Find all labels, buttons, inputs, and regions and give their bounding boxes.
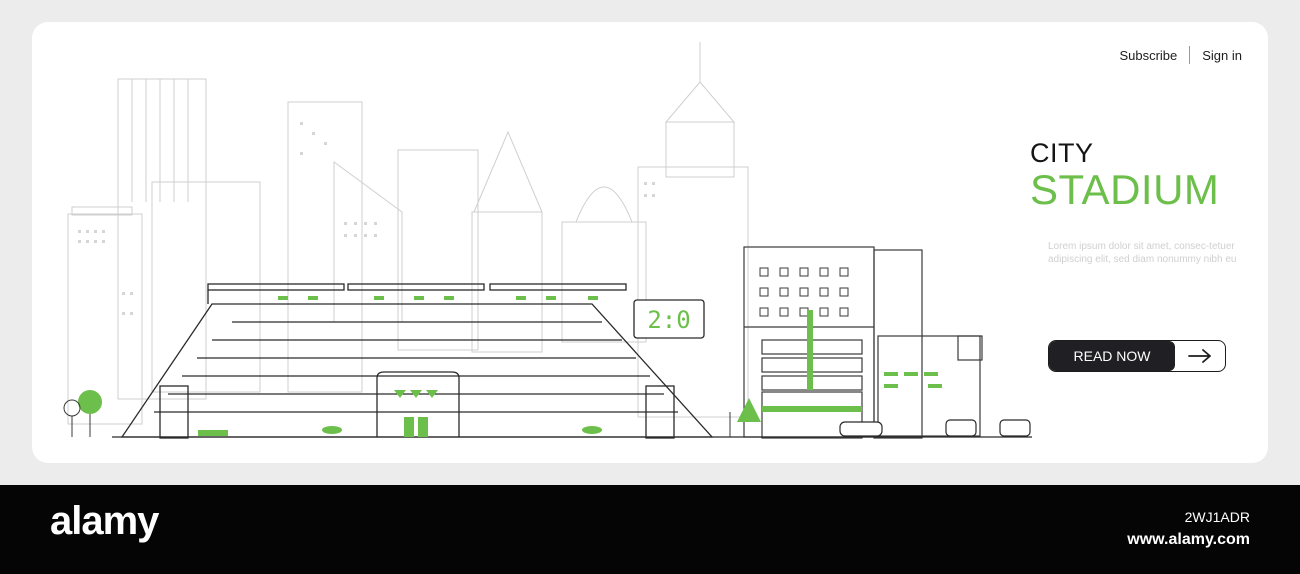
hero-title: CITY STADIUM <box>1030 140 1219 211</box>
arrow-right-icon <box>1175 341 1225 371</box>
nav-divider <box>1189 46 1191 64</box>
site-url: www.alamy.com <box>1127 531 1250 548</box>
hero-description: Lorem ipsum dolor sit amet, consec-tetue… <box>1048 241 1237 265</box>
scoreboard-score: 2:0 <box>647 306 690 334</box>
city-stadium-illustration: 2:0 <box>63 42 1032 439</box>
banner-card: 2:0 Subscribe Sign in CITY STADIUM Lorem… <box>32 22 1268 463</box>
read-now-label: READ NOW <box>1049 341 1175 371</box>
top-nav: Subscribe Sign in <box>1119 46 1242 64</box>
watermark-bar: alamy 2WJ1ADR www.alamy.com <box>0 485 1300 574</box>
title-line-city: CITY <box>1030 138 1094 168</box>
signin-link[interactable]: Sign in <box>1202 48 1242 63</box>
title-line-stadium: STADIUM <box>1030 166 1220 213</box>
subscribe-link[interactable]: Subscribe <box>1119 48 1177 63</box>
image-id: 2WJ1ADR <box>1184 509 1250 525</box>
alamy-logo: alamy <box>50 499 159 543</box>
read-now-button[interactable]: READ NOW <box>1048 340 1226 372</box>
